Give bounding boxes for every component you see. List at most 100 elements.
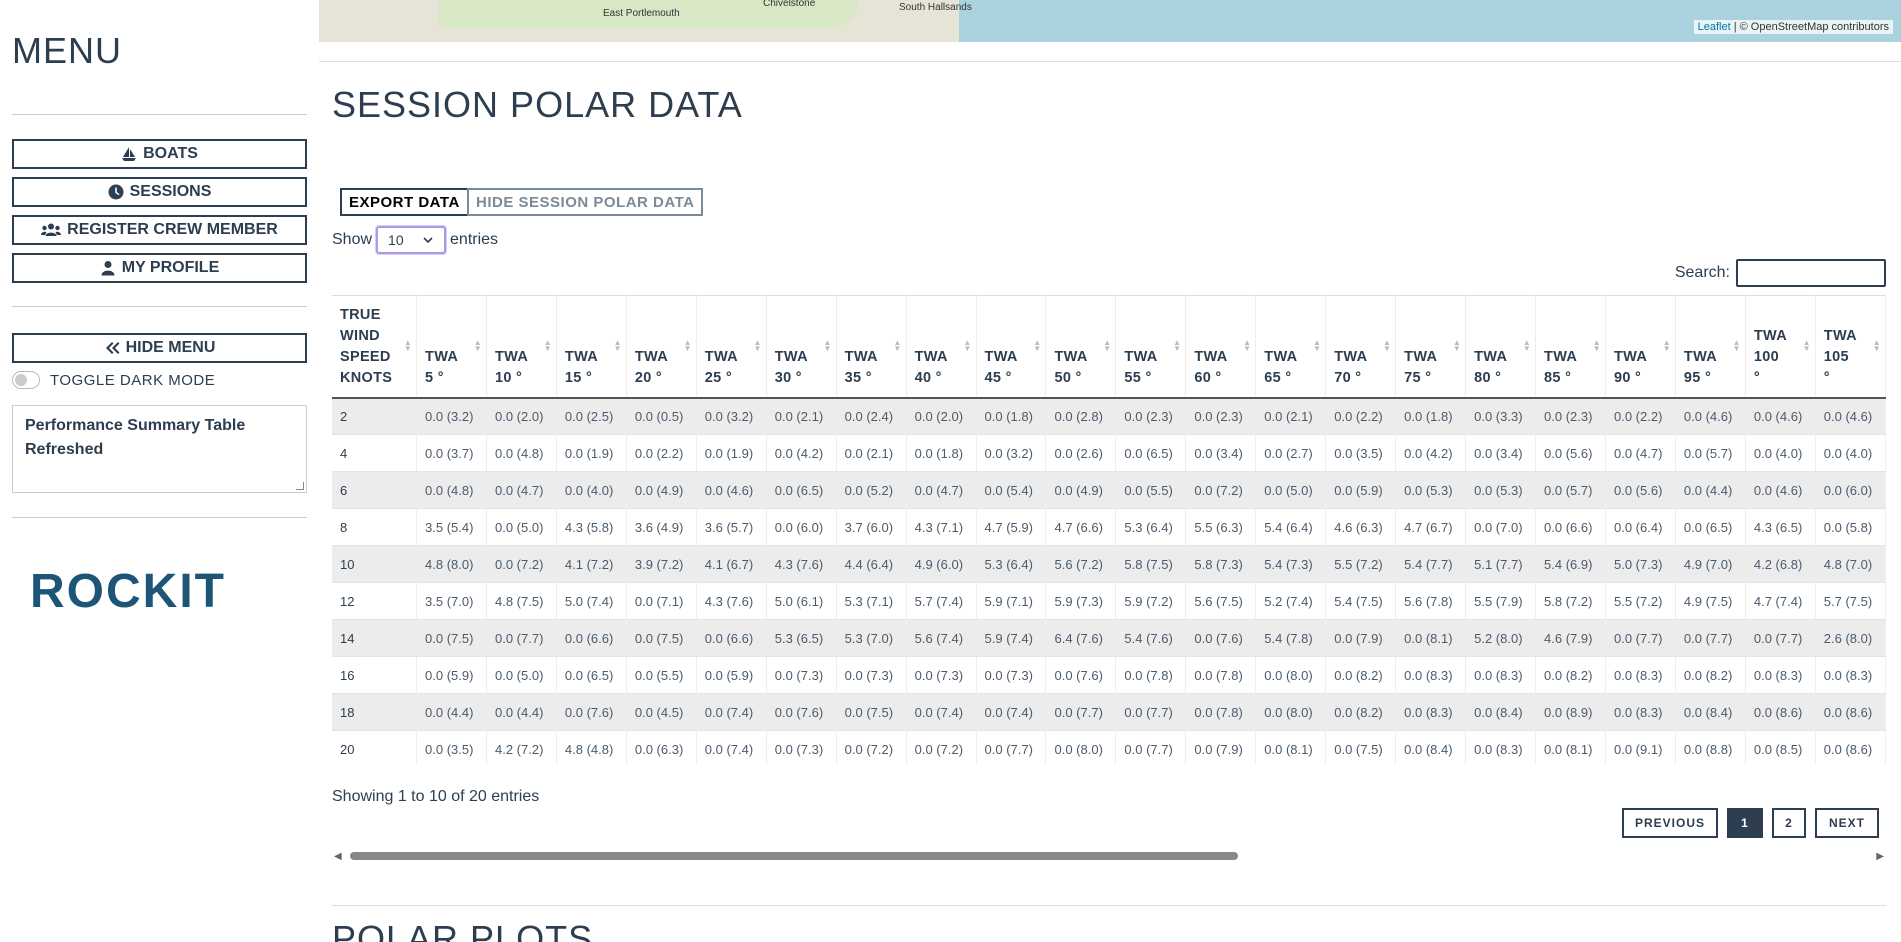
sessions-button[interactable]: SESSIONS	[12, 177, 307, 207]
horizontal-scrollbar[interactable]: ◀ ▶	[332, 849, 1886, 863]
header-twa[interactable]: TWA 55 ° ▲ ▼	[1115, 295, 1187, 399]
table-cell: 4.8 (4.8)	[556, 730, 627, 765]
header-twa[interactable]: TWA 70 ° ▲ ▼	[1325, 295, 1397, 399]
sort-icon: ▲ ▼	[963, 338, 972, 353]
header-twa[interactable]: TWA 45 ° ▲ ▼	[976, 295, 1047, 399]
map[interactable]: Chivelstone South Hallsands East Portlem…	[319, 0, 1901, 42]
table-cell: 0.0 (8.3)	[1745, 656, 1816, 694]
page-length-select[interactable]: 10	[376, 226, 447, 254]
sort-icon: ▲ ▼	[1592, 338, 1601, 353]
export-data-button[interactable]: EXPORT DATA	[340, 188, 469, 216]
header-twa[interactable]: TWA 5 ° ▲ ▼	[416, 295, 487, 399]
table-cell: 0.0 (8.3)	[1395, 693, 1467, 731]
table-cell: 0.0 (4.2)	[1395, 434, 1467, 472]
table-cell: 0.0 (4.7)	[486, 471, 557, 509]
header-twa[interactable]: TWA 15 ° ▲ ▼	[556, 295, 627, 399]
header-label-line: KNOTS	[340, 369, 393, 386]
table-cell: 0.0 (1.9)	[696, 434, 767, 472]
header-twa[interactable]: TWA 40 ° ▲ ▼	[906, 295, 977, 399]
table-row: 18 0.0 (4.4) 0.0 (4.4) 0.0 (7.6) 0.0 (4.5) 0.…	[332, 693, 1886, 731]
divider	[12, 517, 307, 518]
header-twa[interactable]: TWA 30 ° ▲ ▼	[766, 295, 837, 399]
header-twa[interactable]: TWA 105 ° ▲ ▼	[1815, 295, 1886, 399]
table-cell: 6.4 (7.6)	[1045, 619, 1117, 657]
table-cell: 5.5 (7.2)	[1325, 545, 1397, 583]
header-twa[interactable]: TWA 20 ° ▲ ▼	[626, 295, 697, 399]
table-cell: 4.7 (6.6)	[1045, 508, 1117, 546]
table-cell: 0.0 (2.2)	[626, 434, 697, 472]
table-cell: 2.6 (8.0)	[1815, 619, 1886, 657]
sort-icon: ▲ ▼	[543, 338, 552, 353]
scroll-right-icon[interactable]: ▶	[1876, 851, 1884, 862]
header-label-line: °	[1823, 369, 1830, 386]
header-twa[interactable]: TWA 50 ° ▲ ▼	[1045, 295, 1117, 399]
scroll-left-icon[interactable]: ◀	[334, 851, 342, 862]
header-label-line: 65 °	[1264, 369, 1292, 386]
divider	[12, 306, 307, 307]
table-cell: 0.0 (2.3)	[1535, 397, 1606, 435]
table-cell: 4.3 (5.8)	[556, 508, 627, 546]
table-cell: 0.0 (5.5)	[626, 656, 697, 694]
map-attribution: Leaflet | © OpenStreetMap contributors	[1693, 20, 1893, 34]
page-2-button[interactable]: 2	[1772, 808, 1806, 838]
header-twa[interactable]: TWA 25 ° ▲ ▼	[696, 295, 767, 399]
header-twa[interactable]: TWA 60 ° ▲ ▼	[1185, 295, 1257, 399]
header-twa[interactable]: TWA 65 ° ▲ ▼	[1255, 295, 1327, 399]
header-twa[interactable]: TWA 90 ° ▲ ▼	[1605, 295, 1676, 399]
table-cell: 0.0 (2.1)	[1255, 397, 1327, 435]
header-twa[interactable]: TWA 75 ° ▲ ▼	[1395, 295, 1467, 399]
my-profile-button[interactable]: MY PROFILE	[12, 253, 307, 283]
table-cell: 0.0 (8.3)	[1465, 656, 1537, 694]
table-cell: 0.0 (3.5)	[1325, 434, 1397, 472]
header-label-line: SPEED	[340, 348, 391, 365]
table-row: 16 0.0 (5.9) 0.0 (5.0) 0.0 (6.5) 0.0 (5.5) 0.…	[332, 656, 1886, 694]
sort-icon: ▲ ▼	[1173, 338, 1182, 353]
status-notice-textarea[interactable]: Performance Summary Table Refreshed	[12, 405, 307, 493]
status-notice-text: Performance Summary Table Refreshed	[25, 417, 246, 458]
users-icon	[41, 223, 62, 236]
header-twa[interactable]: TWA 35 ° ▲ ▼	[836, 295, 907, 399]
table-cell: 0.0 (2.5)	[556, 397, 627, 435]
page-1-button[interactable]: 1	[1727, 808, 1763, 838]
table-cell: 5.3 (6.4)	[976, 545, 1047, 583]
header-twa[interactable]: TWA 80 ° ▲ ▼	[1465, 295, 1537, 399]
search-label: Search:	[1674, 264, 1730, 281]
sort-icon: ▲ ▼	[1033, 338, 1042, 353]
table-cell: 0.0 (7.7)	[1745, 619, 1816, 657]
header-true-wind-speed[interactable]: TRUE WIND SPEED KNOTS ▲ ▼	[332, 295, 418, 399]
table-cell: 0.0 (2.2)	[1325, 397, 1397, 435]
table-cell: 0.0 (2.7)	[1255, 434, 1327, 472]
table-cell: 0.0 (4.4)	[1675, 471, 1746, 509]
header-twa[interactable]: TWA 100 ° ▲ ▼	[1745, 295, 1816, 399]
table-cell: 5.6 (7.5)	[1185, 582, 1257, 620]
table-cell: 0.0 (7.6)	[1185, 619, 1257, 657]
register-crew-member-button[interactable]: REGISTER CREW MEMBER	[12, 215, 307, 245]
table-cell: 5.4 (7.6)	[1115, 619, 1187, 657]
search-input[interactable]	[1736, 259, 1886, 287]
dark-mode-toggle-label: TOGGLE DARK MODE	[50, 371, 216, 389]
table-cell: 5.0 (6.1)	[766, 582, 837, 620]
header-twa[interactable]: TWA 95 ° ▲ ▼	[1675, 295, 1746, 399]
hide-menu-button[interactable]: HIDE MENU	[12, 333, 307, 363]
hide-session-polar-data-button[interactable]: HIDE SESSION POLAR DATA	[467, 188, 704, 216]
table-cell: 5.2 (8.0)	[1465, 619, 1537, 657]
previous-page-button[interactable]: PREVIOUS	[1622, 808, 1718, 838]
scrollbar-thumb[interactable]	[350, 852, 1238, 860]
dark-mode-toggle[interactable]	[12, 371, 40, 389]
boats-button[interactable]: BOATS	[12, 139, 307, 169]
header-twa[interactable]: TWA 10 ° ▲ ▼	[486, 295, 557, 399]
table-cell: 0.0 (8.0)	[1045, 730, 1117, 765]
leaflet-link[interactable]: Leaflet	[1698, 21, 1731, 33]
table-cell: 0.0 (7.7)	[1115, 730, 1187, 765]
resize-grip-icon[interactable]	[296, 482, 304, 490]
table-cell: 0.0 (8.3)	[1395, 656, 1467, 694]
header-label-line: 60 °	[1194, 369, 1222, 386]
header-twa[interactable]: TWA 85 ° ▲ ▼	[1535, 295, 1606, 399]
table-cell: 0.0 (7.8)	[1185, 693, 1257, 731]
header-label-line: 15 °	[564, 369, 593, 386]
next-page-button[interactable]: NEXT	[1815, 808, 1879, 838]
header-label-line: 75 °	[1404, 369, 1432, 386]
polar-data-table-wrapper[interactable]: TRUE WIND SPEED KNOTS ▲ ▼ TWA 5 ° ▲ ▼ TWA 10 ° ▲ ▼…	[332, 295, 1886, 765]
table-cell: 0.0 (2.3)	[1185, 397, 1257, 435]
sort-icon: ▲ ▼	[1662, 338, 1671, 353]
